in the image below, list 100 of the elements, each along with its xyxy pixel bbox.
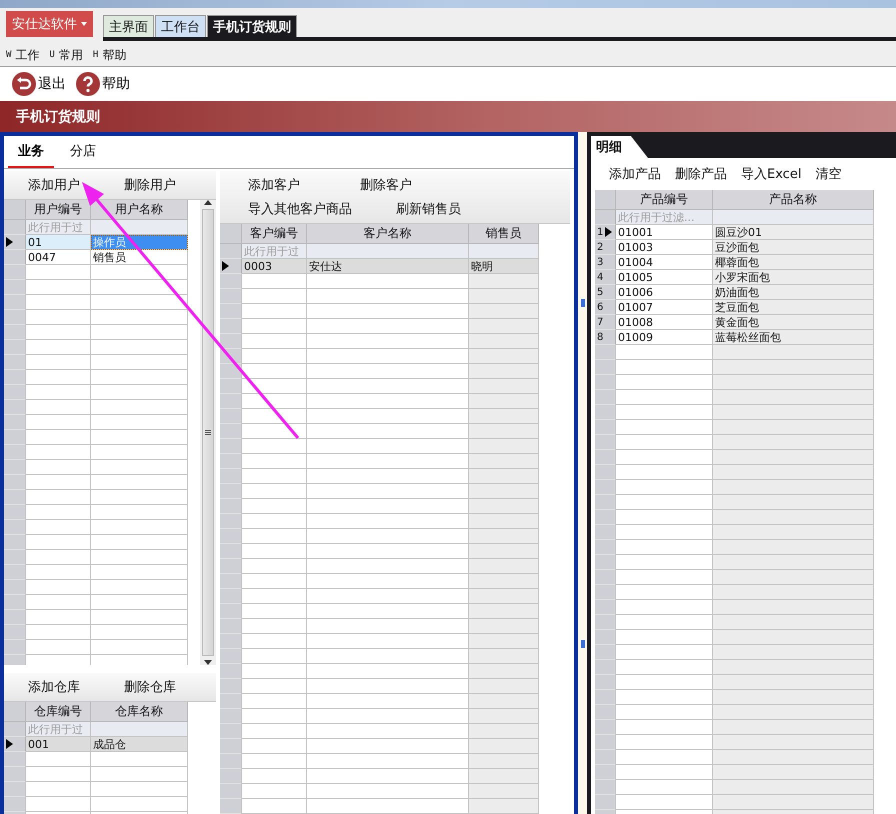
- toolbar-button[interactable]: 删除客户: [356, 174, 416, 196]
- table-cell: 0047: [26, 250, 91, 265]
- row-number: 7: [597, 316, 604, 328]
- row-number: 8: [597, 332, 604, 342]
- table-cell: 01009: [616, 330, 713, 345]
- table-cell: 操作员: [91, 235, 188, 250]
- grip-icon: [205, 430, 211, 435]
- table-cell: 01004: [616, 255, 713, 270]
- toolbar-button[interactable]: 添加用户: [24, 174, 84, 196]
- page-header: 手机订货规则: [0, 101, 896, 132]
- scrollbar[interactable]: [200, 200, 216, 665]
- column-header[interactable]: 用户名称: [91, 200, 188, 220]
- table-cell: 01007: [616, 300, 713, 315]
- table-cell: 01001: [616, 225, 713, 240]
- row-header[interactable]: 5: [595, 285, 616, 300]
- toolbar-button[interactable]: 添加仓库: [24, 676, 84, 698]
- table-cell: 01005: [616, 270, 713, 285]
- grid-corner: [4, 702, 26, 722]
- column-header[interactable]: 仓库名称: [91, 702, 188, 722]
- table-cell: 安仕达: [307, 259, 469, 274]
- table-cell: 001: [26, 737, 91, 752]
- splitter[interactable]: [578, 132, 587, 814]
- column-header[interactable]: 销售员: [469, 224, 539, 244]
- filter-cell[interactable]: [469, 244, 539, 259]
- row-number: 5: [597, 286, 604, 298]
- row-header[interactable]: [4, 235, 26, 250]
- row-header[interactable]: 3: [595, 255, 616, 270]
- table-cell: 豆沙面包: [713, 240, 874, 255]
- menu-item[interactable]: H 帮助: [92, 46, 126, 64]
- table-cell: 蓝莓松丝面包: [713, 330, 874, 345]
- help-button[interactable]: 帮助: [76, 72, 130, 96]
- row-header[interactable]: 6: [595, 300, 616, 315]
- row-number: 6: [597, 302, 604, 312]
- menu-item[interactable]: U 常用: [49, 46, 83, 64]
- row-number: 1: [597, 226, 604, 238]
- document-tab[interactable]: 主界面: [103, 15, 154, 37]
- table-cell: 芝豆面包: [713, 300, 874, 315]
- toolbar-button[interactable]: 删除产品: [671, 163, 731, 185]
- row-header[interactable]: 4: [595, 270, 616, 285]
- column-header[interactable]: 用户编号: [26, 200, 91, 220]
- row-header: [595, 210, 616, 225]
- table-cell: 奶油面包: [713, 285, 874, 300]
- row-header[interactable]: 2: [595, 240, 616, 255]
- toolbar-button[interactable]: 刷新销售员: [392, 198, 465, 220]
- filter-cell[interactable]: [91, 220, 188, 235]
- caret-icon: [81, 22, 87, 26]
- panel-tab[interactable]: 业务: [8, 138, 54, 168]
- current-row-icon: [6, 237, 13, 247]
- column-header[interactable]: 仓库编号: [26, 702, 91, 722]
- row-number: 3: [597, 256, 604, 268]
- row-number: 2: [597, 242, 604, 252]
- filter-cell[interactable]: [307, 244, 469, 259]
- exit-button[interactable]: 退出: [12, 72, 66, 96]
- row-number: 4: [597, 272, 604, 282]
- toolbar-button[interactable]: 添加产品: [605, 163, 665, 185]
- row-header: [4, 722, 26, 737]
- row-header[interactable]: [4, 737, 26, 752]
- table-cell: 晓明: [469, 259, 539, 274]
- table-cell: 01003: [616, 240, 713, 255]
- panel-tab[interactable]: 分店: [60, 138, 106, 168]
- document-tab[interactable]: 手机订货规则: [207, 15, 297, 37]
- row-header[interactable]: 8: [595, 330, 616, 345]
- grid-corner: [595, 190, 616, 210]
- table-cell: 01: [26, 235, 91, 250]
- table-cell: 小罗宋面包: [713, 270, 874, 285]
- grid-corner: [220, 224, 242, 244]
- scroll-down-icon: [204, 660, 212, 665]
- table-cell: 0003: [242, 259, 307, 274]
- scroll-thumb[interactable]: [202, 209, 214, 656]
- toolbar-button[interactable]: 导入Excel: [737, 163, 806, 185]
- table-cell: 圆豆沙01: [713, 225, 874, 240]
- toolbar-button[interactable]: 删除用户: [120, 174, 180, 196]
- row-header-column: [4, 752, 26, 814]
- table-cell: 椰蓉面包: [713, 255, 874, 270]
- toolbar-button[interactable]: 导入其他客户商品: [244, 198, 356, 220]
- detail-tab[interactable]: 明细: [591, 136, 648, 158]
- app-menu-button[interactable]: 安仕达软件: [6, 11, 93, 37]
- toolbar-button[interactable]: 清空: [811, 163, 846, 185]
- row-header[interactable]: 1: [595, 225, 616, 240]
- grid-corner: [4, 200, 26, 220]
- column-header[interactable]: 产品编号: [616, 190, 713, 210]
- current-row-icon: [222, 261, 229, 271]
- filter-cell[interactable]: [713, 210, 874, 225]
- column-header[interactable]: 客户名称: [307, 224, 469, 244]
- row-header[interactable]: 7: [595, 315, 616, 330]
- row-header: [220, 244, 242, 259]
- row-header: [4, 220, 26, 235]
- row-header[interactable]: [220, 259, 242, 274]
- table-cell: 01006: [616, 285, 713, 300]
- column-header[interactable]: 客户编号: [242, 224, 307, 244]
- table-cell: 成品仓: [91, 737, 188, 752]
- filter-cell[interactable]: [91, 722, 188, 737]
- current-row-icon: [605, 227, 612, 237]
- document-tab[interactable]: 工作台: [155, 15, 206, 37]
- table-cell: 01008: [616, 315, 713, 330]
- toolbar-button[interactable]: 删除仓库: [120, 676, 180, 698]
- toolbar-button[interactable]: 添加客户: [244, 174, 304, 196]
- current-row-icon: [6, 739, 13, 749]
- column-header[interactable]: 产品名称: [713, 190, 874, 210]
- menu-item[interactable]: W 工作: [6, 46, 40, 64]
